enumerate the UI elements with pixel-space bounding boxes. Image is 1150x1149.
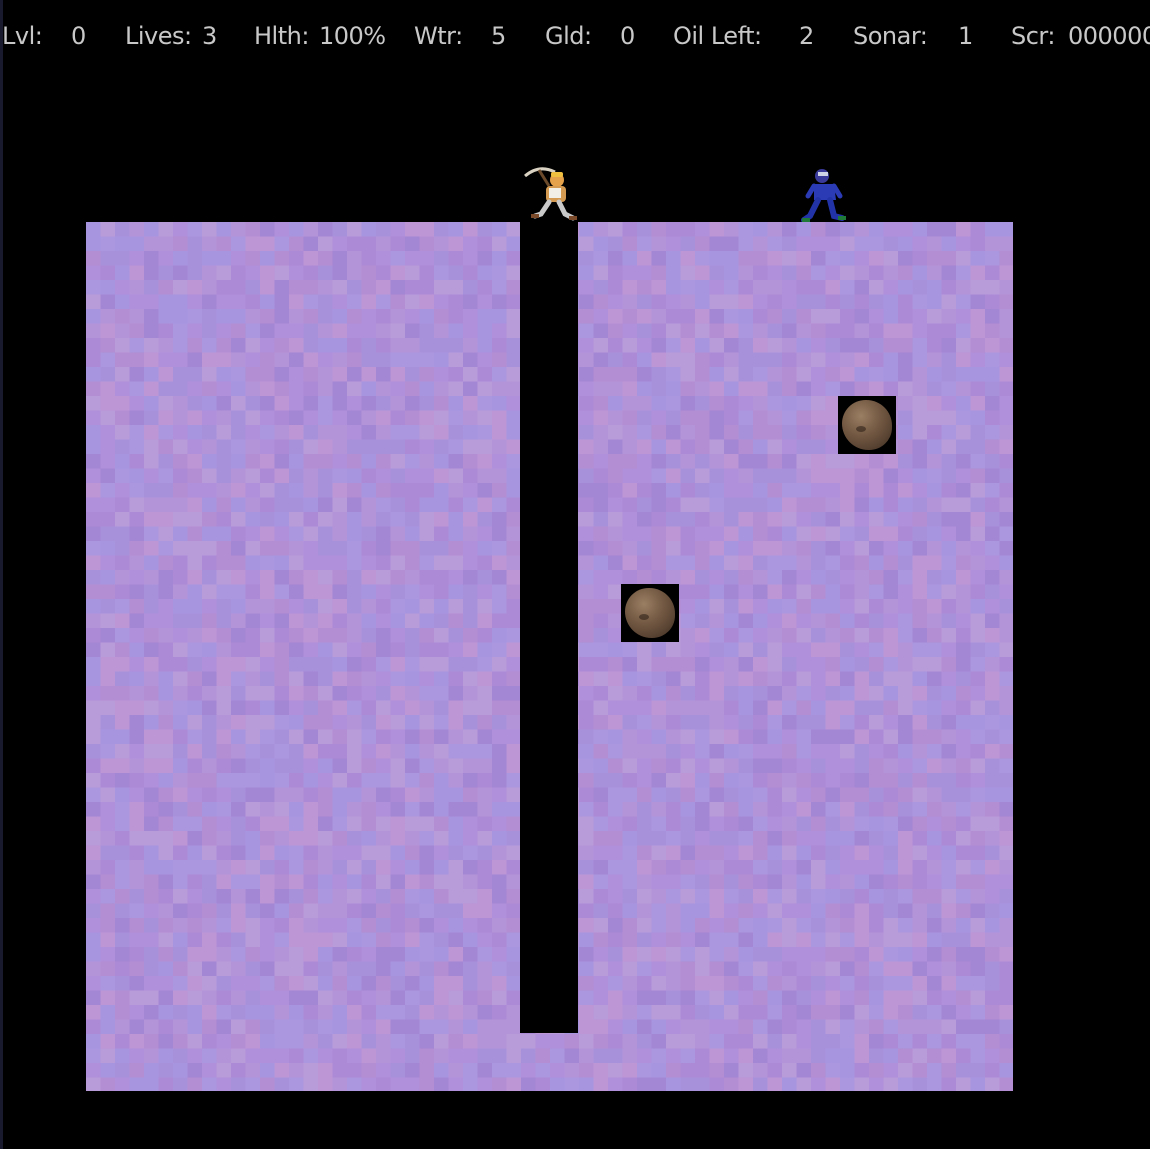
sonar-value: 1 (958, 22, 973, 50)
gold-value: 0 (620, 22, 635, 50)
protester-sprite (801, 169, 846, 222)
status-bar: Lvl: 0 Lives: 3 Hlth: 100% Wtr: 5 Gld: 0… (0, 22, 1150, 58)
level-value: 0 (71, 22, 86, 50)
sonar-label: Sonar: (853, 22, 928, 50)
boulder-sprite (838, 396, 896, 454)
level-label: Lvl: (2, 22, 43, 50)
lives-value: 3 (202, 22, 217, 50)
lives-label: Lives: (125, 22, 192, 50)
gold-label: Gld: (545, 22, 592, 50)
score-label: Scr: (1011, 22, 1055, 50)
oil-label: Oil Left: (673, 22, 762, 50)
score-value: 000000 (1068, 22, 1150, 50)
water-label: Wtr: (414, 22, 463, 50)
oil-value: 2 (799, 22, 814, 50)
boulder-sprite (621, 584, 679, 642)
game-viewport[interactable]: Lvl: 0 Lives: 3 Hlth: 100% Wtr: 5 Gld: 0… (0, 0, 1150, 1149)
tunnelman-miner-sprite (524, 167, 577, 221)
water-value: 5 (491, 22, 506, 50)
window-edge (0, 0, 3, 1149)
health-label: Hlth: (254, 22, 309, 50)
health-value: 100% (319, 22, 386, 50)
dug-tunnel (520, 222, 578, 1033)
